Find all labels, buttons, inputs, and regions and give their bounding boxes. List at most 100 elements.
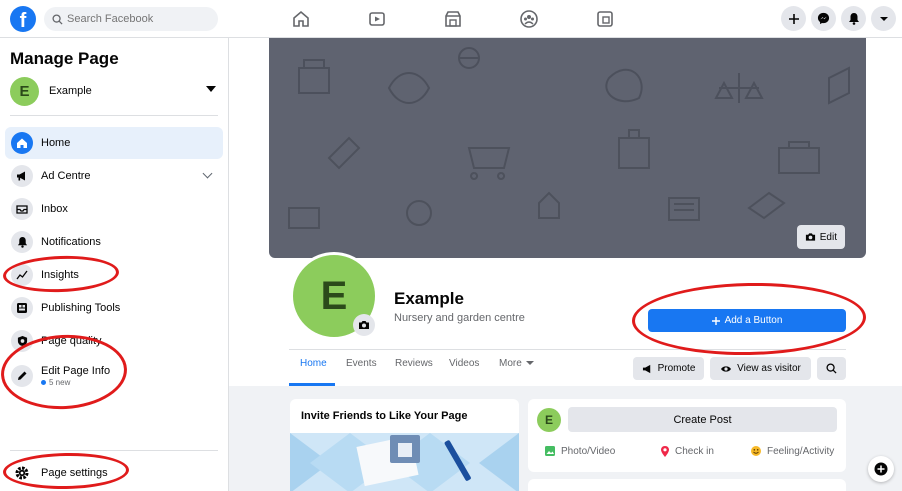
camera-icon[interactable] xyxy=(353,314,375,336)
edit-cover-label: Edit xyxy=(819,231,837,243)
sidebar-item-label: Insights xyxy=(41,269,79,281)
manage-page-sidebar: Manage Page E Example Home Ad Centre Inb… xyxy=(0,38,229,491)
sidebar-item-home[interactable]: Home xyxy=(5,127,223,159)
check-in-label: Check in xyxy=(675,446,714,457)
sidebar-item-label: Page quality xyxy=(41,335,102,347)
sidebar-item-label: Edit Page Info xyxy=(41,365,111,377)
sidebar-item-label: Publishing Tools xyxy=(41,302,121,314)
caret-down-icon xyxy=(206,86,216,92)
new-count-text: 5 new xyxy=(49,378,71,387)
sidebar-item-page-quality[interactable]: Page quality xyxy=(5,325,223,357)
location-pin-icon xyxy=(661,446,669,457)
sidebar-item-publishing-tools[interactable]: Publishing Tools xyxy=(5,292,223,324)
notifications-icon[interactable] xyxy=(841,6,866,31)
tab-events[interactable]: Events xyxy=(346,358,377,369)
sidebar-item-inbox[interactable]: Inbox xyxy=(5,193,223,225)
sidebar-divider xyxy=(10,450,218,451)
tab-reviews[interactable]: Reviews xyxy=(395,358,433,369)
chevron-down-icon[interactable] xyxy=(202,168,213,179)
home-icon[interactable] xyxy=(290,8,312,30)
feeling-activity-button[interactable]: Feeling/Activity xyxy=(750,445,834,457)
sidebar-item-label: Page settings xyxy=(41,467,108,479)
photo-icon xyxy=(545,446,555,456)
cover-photo: Edit xyxy=(269,38,866,258)
watch-icon[interactable] xyxy=(366,8,388,30)
page-selector[interactable]: E Example xyxy=(10,76,218,106)
inbox-icon xyxy=(11,198,33,220)
new-message-button[interactable] xyxy=(868,456,894,482)
pencil-icon xyxy=(11,365,33,387)
sidebar-item-notifications[interactable]: Notifications xyxy=(5,226,223,258)
sidebar-item-insights[interactable]: Insights xyxy=(5,259,223,291)
create-post-card: E Create Post Photo/Video Check in Feeli… xyxy=(528,399,846,472)
search-icon xyxy=(826,363,837,374)
marketplace-icon[interactable] xyxy=(442,8,464,30)
page-avatar: E xyxy=(10,76,39,106)
photo-video-label: Photo/Video xyxy=(561,445,616,457)
sidebar-divider xyxy=(10,115,218,116)
unread-dot-icon xyxy=(41,380,46,385)
new-count-badge: 5 new xyxy=(41,378,110,387)
edit-cover-button[interactable]: Edit xyxy=(796,225,845,249)
next-feed-card xyxy=(528,479,846,491)
search-icon xyxy=(52,13,63,25)
megaphone-icon xyxy=(11,165,33,187)
search-page-button[interactable] xyxy=(817,357,846,380)
sidebar-item-page-settings[interactable]: Page settings xyxy=(5,457,223,489)
sidebar-item-label: Inbox xyxy=(41,203,68,215)
search-box[interactable] xyxy=(44,7,218,31)
smiley-icon xyxy=(751,446,761,456)
eye-icon xyxy=(721,365,732,372)
sidebar-item-label: Notifications xyxy=(41,236,101,248)
account-caret-icon[interactable] xyxy=(871,6,896,31)
plus-icon[interactable] xyxy=(781,6,806,31)
insights-icon xyxy=(11,264,33,286)
bell-icon xyxy=(11,231,33,253)
sidebar-title: Manage Page xyxy=(10,49,119,68)
tab-home[interactable]: Home xyxy=(300,358,327,369)
caret-down-icon xyxy=(525,361,534,366)
photo-video-button[interactable]: Photo/Video xyxy=(544,445,615,457)
add-a-button-label: Add a Button xyxy=(724,315,783,326)
sidebar-item-ad-centre[interactable]: Ad Centre xyxy=(5,160,223,192)
view-as-visitor-label: View as visitor xyxy=(737,363,801,374)
facebook-logo[interactable]: f xyxy=(10,6,36,32)
shield-icon xyxy=(11,330,33,352)
plus-icon xyxy=(711,316,720,325)
messenger-icon[interactable] xyxy=(811,6,836,31)
plus-icon xyxy=(874,462,888,476)
active-tab-indicator xyxy=(289,383,335,386)
tabs-divider xyxy=(289,349,846,350)
create-post-button[interactable]: Create Post xyxy=(568,407,837,432)
camera-icon xyxy=(805,233,815,241)
invite-friends-card: Invite Friends to Like Your Page xyxy=(290,399,519,491)
sidebar-item-label: Home xyxy=(41,137,71,149)
groups-icon[interactable] xyxy=(518,8,540,30)
page-profile-header: Edit E Example Nursery and garden centre… xyxy=(229,38,902,386)
avatar: E xyxy=(537,408,561,432)
home-icon xyxy=(11,132,33,154)
check-in-button[interactable]: Check in xyxy=(660,445,714,458)
promote-label: Promote xyxy=(657,363,696,374)
add-a-button-button[interactable]: Add a Button xyxy=(648,309,846,332)
search-input[interactable] xyxy=(67,13,207,25)
sidebar-item-edit-page-info[interactable]: Edit Page Info 5 new xyxy=(5,358,223,394)
promote-button[interactable]: Promote xyxy=(633,357,704,380)
invite-friends-title: Invite Friends to Like Your Page xyxy=(301,410,468,422)
megaphone-icon xyxy=(642,364,650,373)
invite-illustration-image xyxy=(290,433,519,491)
view-as-visitor-button[interactable]: View as visitor xyxy=(710,357,811,380)
cover-pattern-image xyxy=(288,47,850,229)
tab-more-label: More xyxy=(499,358,522,369)
main-content: Edit E Example Nursery and garden centre… xyxy=(229,38,902,491)
page-selector-name: Example xyxy=(49,85,92,97)
page-category: Nursery and garden centre xyxy=(394,312,525,324)
gaming-icon[interactable] xyxy=(594,8,616,30)
sidebar-item-label: Ad Centre xyxy=(41,170,91,182)
feeling-activity-label: Feeling/Activity xyxy=(767,445,835,457)
tab-more[interactable]: More xyxy=(499,358,534,369)
gear-icon xyxy=(11,462,33,484)
publishing-tools-icon xyxy=(11,297,33,319)
top-navigation-bar: f xyxy=(0,0,902,38)
tab-videos[interactable]: Videos xyxy=(449,358,479,369)
